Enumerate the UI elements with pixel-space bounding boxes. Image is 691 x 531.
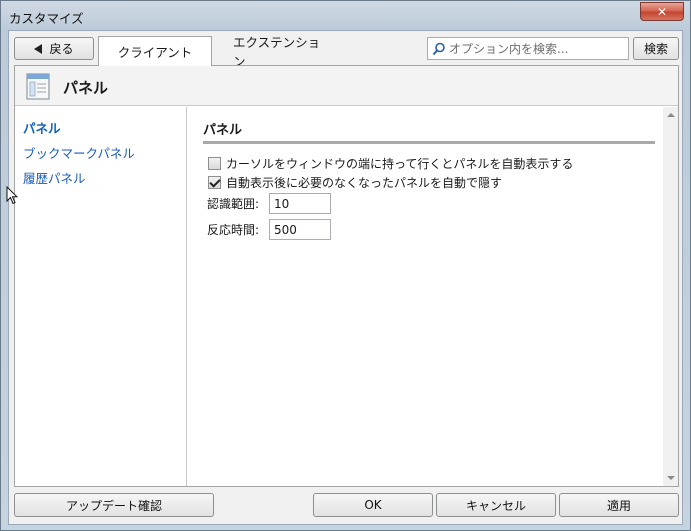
section-divider [203,141,655,144]
tab-client-label: クライアント [117,45,193,60]
reaction-time-row: 反応時間: 500 [207,219,331,240]
reaction-time-input[interactable]: 500 [269,219,331,240]
cancel-button[interactable]: キャンセル [436,493,556,517]
detection-range-label: 認識範囲: [207,197,260,211]
auto-show-checkbox[interactable] [208,157,221,170]
dialog-body: 戻る クライアント エクステンション オプション内を検索... 検索 パネル パ… [8,30,683,525]
check-update-button[interactable]: アップデート確認 [14,493,214,517]
settings-content: パネル カーソルをウィンドウの端に持って行くとパネルを自動表示する 自動表示後に… [188,107,663,486]
apply-label: 適用 [606,498,631,513]
sidebar: パネル ブックマークパネル 履歴パネル [15,107,187,486]
search-placeholder: オプション内を検索... [449,42,569,56]
back-arrow-icon [34,43,43,54]
close-icon: ✕ [656,4,668,19]
auto-hide-checkbox-row[interactable]: 自動表示後に必要のなくなったパネルを自動で隠す [208,174,502,191]
search-input[interactable]: オプション内を検索... [427,37,629,60]
back-button[interactable]: 戻る [14,37,94,60]
ok-label: OK [364,498,382,512]
sidebar-item-panel[interactable]: パネル [15,115,186,140]
page-title: パネル [63,79,109,97]
search-button-label: 検索 [643,42,668,56]
window-title: カスタマイズ [9,11,84,26]
cancel-label: キャンセル [465,498,526,513]
page-header: パネル [15,66,678,106]
section-title: パネル [203,123,243,138]
auto-show-label: カーソルをウィンドウの端に持って行くとパネルを自動表示する [226,157,574,171]
detection-range-input[interactable]: 10 [269,193,331,214]
customize-window: カスタマイズ ✕ 戻る クライアント エクステンション オプション内を検索...… [0,0,691,531]
reaction-time-label: 反応時間: [207,223,260,237]
tab-extension[interactable]: エクステンション [217,35,341,69]
apply-button[interactable]: 適用 [559,493,679,517]
detection-range-row: 認識範囲: 10 [207,193,331,214]
sidebar-item-history-panel[interactable]: 履歴パネル [15,165,186,190]
main-panel: パネル パネル ブックマークパネル 履歴パネル パネル カーソルをウィンドウの端… [14,65,679,487]
close-button[interactable]: ✕ [640,2,684,21]
auto-show-checkbox-row[interactable]: カーソルをウィンドウの端に持って行くとパネルを自動表示する [208,155,573,172]
panel-icon [26,73,50,100]
auto-hide-checkbox[interactable] [208,176,221,189]
search-icon [432,42,445,55]
sidebar-item-bookmark-panel[interactable]: ブックマークパネル [15,140,186,165]
scroll-down-icon[interactable] [667,476,675,480]
check-update-label: アップデート確認 [65,498,162,513]
title-bar: カスタマイズ ✕ [1,1,690,30]
auto-hide-label: 自動表示後に必要のなくなったパネルを自動で隠す [226,176,503,190]
scroll-up-icon[interactable] [667,113,675,117]
search-button[interactable]: 検索 [633,37,679,60]
content-scrollbar[interactable] [663,107,678,486]
tab-client[interactable]: クライアント [98,36,212,66]
mouse-cursor-icon [6,186,18,205]
ok-button[interactable]: OK [313,493,433,517]
back-button-label: 戻る [49,42,74,56]
